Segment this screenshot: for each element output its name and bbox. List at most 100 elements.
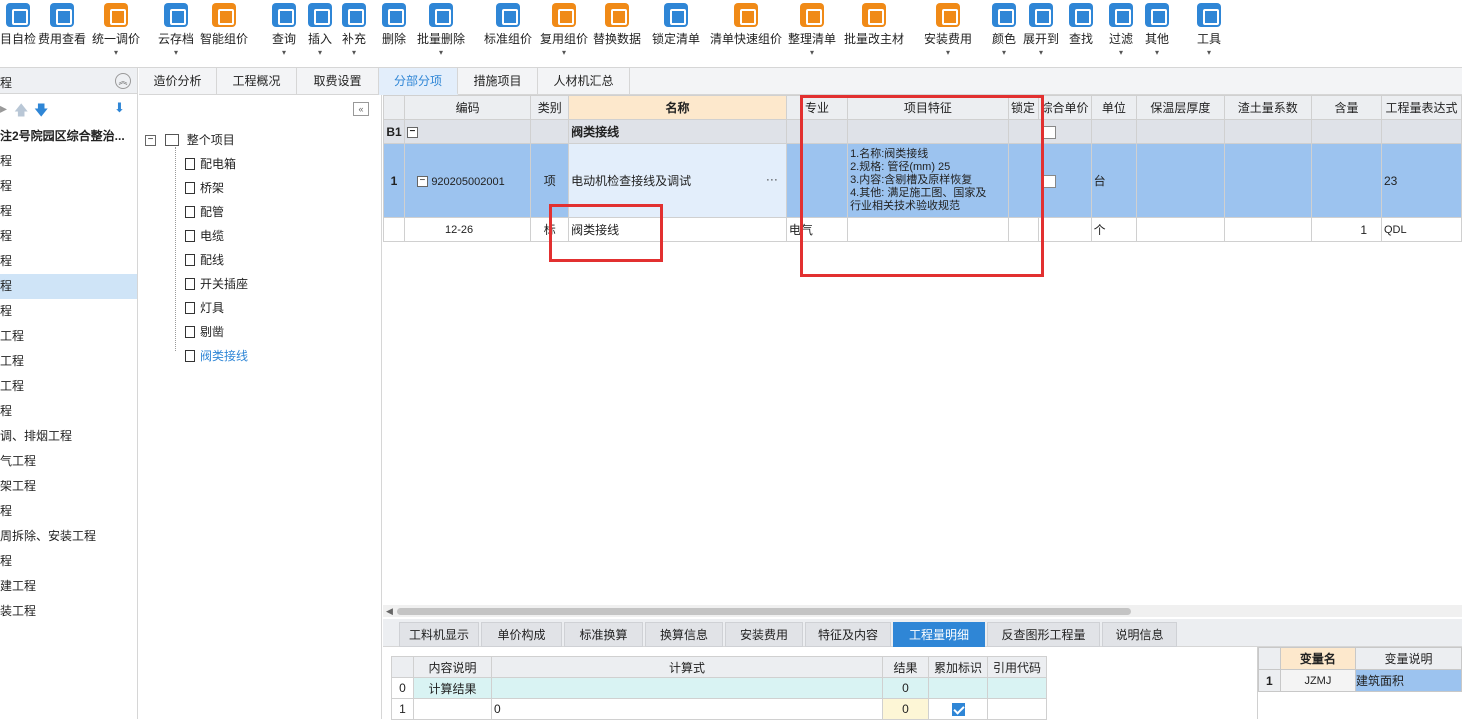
- tab-cost-analysis[interactable]: 造价分析: [139, 68, 217, 95]
- reuse-price-button[interactable]: 复用组价 ▾: [540, 0, 588, 68]
- item-type-cell[interactable]: 项: [530, 143, 570, 218]
- tab-sub-items[interactable]: 分部分项: [379, 68, 458, 95]
- collapse-left-icon[interactable]: «: [353, 102, 369, 116]
- quota-qty-expr-cell[interactable]: QDL: [1381, 217, 1462, 242]
- tools-button[interactable]: 工具 ▾: [1197, 0, 1221, 68]
- division-row[interactable]: B1 − 阀类接线: [383, 119, 1462, 144]
- standard-price-button[interactable]: 标准组价: [484, 0, 532, 68]
- tree-node[interactable]: 桥架: [185, 179, 224, 196]
- division-name-cell[interactable]: 阀类接线: [568, 119, 787, 144]
- var-row[interactable]: 1 JZMJ 建筑面积: [1258, 669, 1462, 692]
- query-button[interactable]: 查询 ▾: [272, 0, 296, 68]
- col-name-header[interactable]: 名称: [568, 95, 787, 120]
- accumulate-checkbox[interactable]: [951, 703, 965, 717]
- col-insulation-header[interactable]: 保温层厚度: [1136, 95, 1225, 120]
- collapse-toggle-icon[interactable]: −: [145, 135, 156, 147]
- calc-formula-cell[interactable]: 0: [491, 698, 883, 720]
- dropdown-arrow-icon[interactable]: ▾: [318, 49, 322, 57]
- collapse-toggle-icon[interactable]: −: [406, 126, 418, 138]
- quota-specialty-cell[interactable]: 电气: [785, 217, 849, 242]
- tree-node[interactable]: 配线: [185, 251, 224, 268]
- unit-project-item[interactable]: 程: [0, 149, 137, 174]
- tree-node[interactable]: 电缆: [185, 227, 224, 244]
- detail-tab[interactable]: 单价构成: [481, 622, 562, 647]
- col-lock-header[interactable]: 锁定: [1007, 95, 1039, 120]
- calc-ref-header[interactable]: 引用代码: [987, 656, 1047, 678]
- self-check-button[interactable]: 目自检: [0, 0, 36, 68]
- unit-project-item[interactable]: 程: [0, 274, 137, 299]
- calc-accum-header[interactable]: 累加标识: [928, 656, 988, 678]
- calc-ref-cell[interactable]: [987, 698, 1047, 720]
- quick-price-button[interactable]: 清单快速组价: [710, 0, 782, 68]
- col-soil-factor-header[interactable]: 渣土量系数: [1223, 95, 1313, 120]
- install-fee-button[interactable]: 安装费用 ▾: [924, 0, 972, 68]
- scroll-thumb[interactable]: [397, 608, 1131, 615]
- calc-desc-cell[interactable]: 计算结果: [413, 677, 492, 699]
- lock-checkbox[interactable]: [1043, 174, 1057, 188]
- collapse-toggle-icon[interactable]: −: [416, 175, 428, 187]
- tab-fee-settings[interactable]: 取费设置: [297, 68, 379, 95]
- quota-content-cell[interactable]: 1: [1311, 217, 1382, 242]
- item-features-cell[interactable]: 1.名称:阀类接线 2.规格: 管径(mm) 25 3.内容:含剔槽及原样恢复 …: [847, 143, 1009, 218]
- unit-project-item[interactable]: 工程: [0, 374, 137, 399]
- quota-unit-cell[interactable]: 个: [1090, 217, 1138, 242]
- unit-project-item[interactable]: 调、排烟工程: [0, 424, 137, 449]
- tree-node[interactable]: 剔凿: [185, 323, 224, 340]
- move-down-icon[interactable]: 🡇: [34, 100, 48, 124]
- detail-tab[interactable]: 工程量明细: [893, 622, 985, 647]
- col-unit-header[interactable]: 单位: [1090, 95, 1138, 120]
- find-button[interactable]: 查找: [1069, 0, 1093, 68]
- organize-list-button[interactable]: 整理清单 ▾: [788, 0, 836, 68]
- col-content-header[interactable]: 含量: [1311, 95, 1382, 120]
- quota-row[interactable]: 12-26 标 阀类接线 电气 个 1 QDL: [383, 217, 1462, 242]
- dropdown-arrow-icon[interactable]: ▾: [1002, 49, 1006, 57]
- dropdown-arrow-icon[interactable]: ▾: [1119, 49, 1123, 57]
- expand-arrow-icon[interactable]: ▸: [0, 100, 7, 117]
- dropdown-arrow-icon[interactable]: ▾: [1039, 49, 1043, 57]
- unit-project-item[interactable]: 周拆除、安装工程: [0, 524, 137, 549]
- color-button[interactable]: 颜色 ▾: [992, 0, 1016, 68]
- tree-node[interactable]: 配电箱: [185, 155, 236, 172]
- item-qty-expr-cell[interactable]: 23: [1381, 143, 1462, 218]
- item-code-cell[interactable]: − 920205002001: [403, 143, 532, 218]
- replace-data-button[interactable]: 替换数据: [593, 0, 641, 68]
- unit-project-item[interactable]: 装工程: [0, 599, 137, 624]
- calc-result-header[interactable]: 结果: [882, 656, 929, 678]
- dropdown-arrow-icon[interactable]: ▾: [1155, 49, 1159, 57]
- tree-root[interactable]: − 整个项目: [145, 131, 235, 148]
- tree-node[interactable]: 开关插座: [185, 275, 248, 292]
- col-specialty-header[interactable]: 专业: [785, 95, 849, 120]
- detail-tab[interactable]: 说明信息: [1102, 622, 1177, 647]
- collapse-up-icon[interactable]: ︽: [115, 73, 131, 89]
- calc-row[interactable]: 0 计算结果 0: [391, 677, 1047, 699]
- filter-button[interactable]: 过滤 ▾: [1109, 0, 1133, 68]
- unit-project-item[interactable]: 程: [0, 499, 137, 524]
- detail-tab[interactable]: 工料机显示: [399, 622, 479, 647]
- dropdown-arrow-icon[interactable]: ▾: [810, 49, 814, 57]
- dropdown-arrow-icon[interactable]: ▾: [114, 49, 118, 57]
- quota-name-cell[interactable]: 阀类接线: [568, 217, 787, 242]
- more-options-icon[interactable]: ···: [766, 172, 778, 186]
- detail-tab[interactable]: 反查图形工程量: [987, 622, 1100, 647]
- item-unit-cell[interactable]: 台: [1090, 143, 1138, 218]
- item-row[interactable]: 1 − 920205002001 项 电动机检查接线及调试 ··· 1.名称:阀类…: [383, 143, 1462, 218]
- unit-project-item[interactable]: 气工程: [0, 449, 137, 474]
- var-desc-header[interactable]: 变量说明: [1355, 647, 1462, 670]
- calc-desc-cell[interactable]: [413, 698, 492, 720]
- unit-project-item[interactable]: 程: [0, 174, 137, 199]
- dropdown-arrow-icon[interactable]: ▾: [282, 49, 286, 57]
- col-type-header[interactable]: 类别: [530, 95, 570, 120]
- unit-project-item[interactable]: 程: [0, 299, 137, 324]
- tab-measures[interactable]: 措施项目: [458, 68, 538, 95]
- horizontal-scrollbar[interactable]: ◀: [383, 605, 1462, 617]
- batch-material-button[interactable]: 批量改主材: [844, 0, 904, 68]
- insert-button[interactable]: 插入 ▾: [308, 0, 332, 68]
- unit-project-item[interactable]: 工程: [0, 324, 137, 349]
- smart-price-button[interactable]: 智能组价: [200, 0, 248, 68]
- lock-list-button[interactable]: 锁定清单: [652, 0, 700, 68]
- batch-delete-button[interactable]: 批量删除 ▾: [417, 0, 465, 68]
- dropdown-arrow-icon[interactable]: ▾: [1207, 49, 1211, 57]
- unit-project-item[interactable]: 程: [0, 199, 137, 224]
- detail-tab[interactable]: 标准换算: [564, 622, 643, 647]
- tree-node[interactable]: 阀类接线: [185, 347, 248, 364]
